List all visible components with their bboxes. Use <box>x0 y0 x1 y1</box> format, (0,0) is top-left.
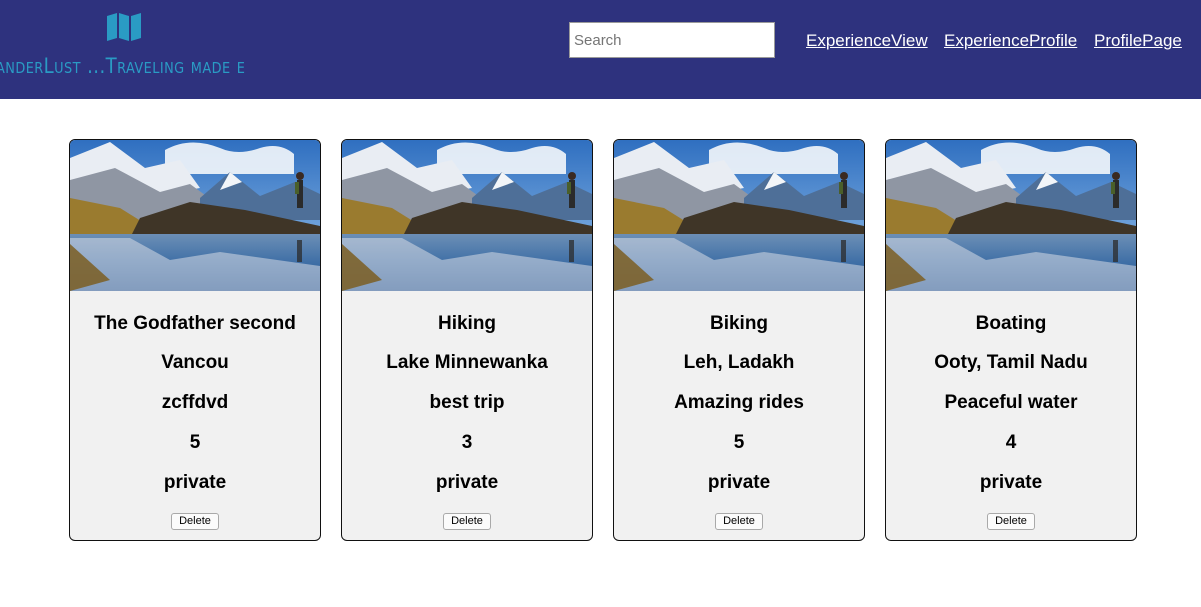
nav-link-profile-page[interactable]: ProfilePage <box>1094 31 1182 51</box>
nav-link-experience-profile[interactable]: ExperienceProfile <box>944 31 1077 51</box>
experience-description: Peaceful water <box>944 392 1078 413</box>
delete-button[interactable]: Delete <box>987 513 1035 530</box>
experience-photo <box>342 140 592 291</box>
experience-card: The Godfather second Vancou zcffdvd 5 pr… <box>69 139 321 541</box>
experience-location: Leh, Ladakh <box>683 352 795 373</box>
experience-description: zcffdvd <box>161 392 229 413</box>
experience-description: Amazing rides <box>674 392 804 413</box>
experience-photo <box>886 140 1136 291</box>
experience-location: Lake Minnewanka <box>386 352 548 373</box>
delete-button[interactable]: Delete <box>443 513 491 530</box>
experience-rating: 4 <box>1005 432 1017 453</box>
experience-title: The Godfather second <box>94 313 296 334</box>
experience-visibility: private <box>979 472 1043 493</box>
nav-link-experience-view[interactable]: ExperienceView <box>806 31 928 51</box>
experience-title: Biking <box>709 313 769 334</box>
experience-rating: 3 <box>461 432 473 453</box>
experience-photo <box>614 140 864 291</box>
top-navbar: anderLust ...Traveling made easy Experie… <box>0 0 1201 99</box>
map-icon <box>107 13 141 41</box>
experience-card: Boating Ooty, Tamil Nadu Peaceful water … <box>885 139 1137 541</box>
experience-title: Boating <box>975 313 1047 334</box>
experience-photo <box>70 140 320 291</box>
experience-card: Biking Leh, Ladakh Amazing rides 5 priva… <box>613 139 865 541</box>
experience-title: Hiking <box>437 313 497 334</box>
experience-visibility: private <box>163 472 227 493</box>
search-input[interactable] <box>569 22 775 58</box>
delete-button[interactable]: Delete <box>171 513 219 530</box>
brand-logo-text: anderLust ...Traveling made easy <box>0 54 246 78</box>
delete-button[interactable]: Delete <box>715 513 763 530</box>
experience-rating: 5 <box>189 432 201 453</box>
experience-location: Vancou <box>161 352 229 373</box>
experience-rating: 5 <box>733 432 745 453</box>
experience-description: best trip <box>429 392 505 413</box>
experience-visibility: private <box>435 472 499 493</box>
experience-visibility: private <box>707 472 771 493</box>
experience-card: Hiking Lake Minnewanka best trip 3 priva… <box>341 139 593 541</box>
experience-location: Ooty, Tamil Nadu <box>934 352 1088 373</box>
